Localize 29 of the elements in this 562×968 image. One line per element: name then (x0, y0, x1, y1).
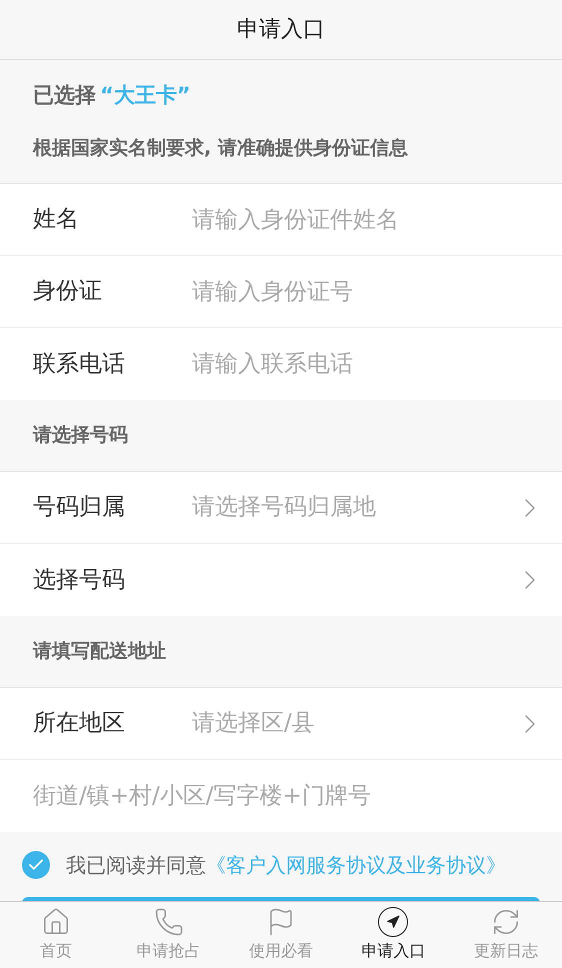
field-label: 号码归属 (33, 493, 126, 522)
section-title: 请填写配送地址 (33, 639, 166, 664)
selected-label: 已选择 (33, 82, 96, 109)
field-label: 姓名 (33, 205, 80, 234)
input-field[interactable]: 请输入身份证件姓名 (192, 184, 562, 255)
input-field[interactable]: 请输入身份证号 (192, 256, 562, 327)
tab-item[interactable]: 申请入口 (337, 902, 450, 968)
tab-item[interactable]: 首页 (0, 902, 112, 968)
input-field[interactable]: 请输入联系电话 (192, 328, 562, 400)
agreement-text: 我已阅读并同意《客户入网服务协议及业务协议》 (66, 852, 506, 878)
form-row[interactable]: 姓名 请输入身份证件姓名 (0, 184, 562, 256)
tab-item[interactable]: 使用必看 (224, 902, 338, 968)
select-field[interactable]: 请选择号码归属地 (192, 472, 562, 543)
agree-checkbox[interactable] (22, 850, 50, 878)
notice-text: 根据国家实名制要求, 请准确提供身份证信息 (33, 136, 409, 160)
field-label: 身份证 (33, 277, 103, 306)
field-label: 选择号码 (33, 566, 126, 595)
field-label: 联系电话 (33, 350, 126, 379)
page-title: 申请入口 (237, 16, 325, 44)
tab-item[interactable]: 申请抢占 (112, 902, 225, 968)
field-label: 所在地区 (33, 709, 126, 738)
section-title: 请选择号码 (33, 423, 128, 448)
phone-icon (154, 907, 184, 937)
form-row[interactable]: 身份证 请输入身份证号 (0, 256, 562, 328)
select-field[interactable]: 请选择区/县 (192, 688, 562, 759)
form-row[interactable]: 联系电话 请输入联系电话 (0, 328, 562, 400)
tab-item[interactable]: 更新日志 (450, 902, 562, 968)
agreement-link[interactable]: 《客户入网服务协议及业务协议》 (206, 852, 506, 876)
selected-card-name: “大王卡” (100, 82, 191, 109)
